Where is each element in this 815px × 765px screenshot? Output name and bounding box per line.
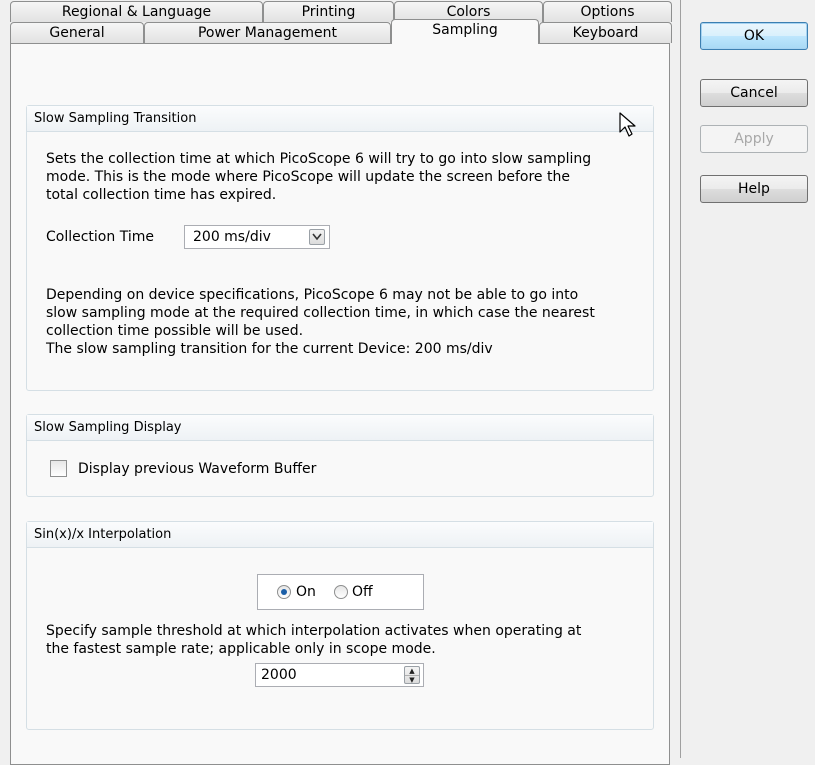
tab-power-management[interactable]: Power Management xyxy=(144,22,391,43)
interpolation-description-line-1: Specify sample threshold at which interp… xyxy=(46,623,582,639)
tab-options[interactable]: Options xyxy=(543,1,672,22)
interpolation-radio-group: On Off xyxy=(257,574,424,610)
interpolation-threshold-value: 2000 xyxy=(261,667,297,683)
radio-selected-dot xyxy=(281,589,287,595)
slow-sampling-display-group: Slow Sampling Display xyxy=(26,414,654,497)
interpolation-on-label[interactable]: On xyxy=(296,583,316,601)
spin-up-icon[interactable]: ▲ xyxy=(405,667,419,675)
tab-printing[interactable]: Printing xyxy=(263,1,394,22)
group-title: Sin(x)/x Interpolation xyxy=(27,522,653,548)
interpolation-on-radio[interactable] xyxy=(277,585,291,599)
display-previous-waveform-label[interactable]: Display previous Waveform Buffer xyxy=(78,460,316,478)
mouse-pointer-icon xyxy=(619,112,639,140)
interpolation-threshold-spinbox[interactable]: 2000 ▲ ▼ xyxy=(255,663,424,687)
cancel-button[interactable]: Cancel xyxy=(700,79,808,107)
transition-note-line-4: The slow sampling transition for the cur… xyxy=(46,341,493,357)
transition-description-line-2: mode. This is the mode where PicoScope w… xyxy=(46,169,570,185)
chevron-down-icon[interactable] xyxy=(309,229,325,245)
vertical-divider xyxy=(680,0,681,758)
display-previous-waveform-checkbox[interactable] xyxy=(50,460,67,477)
group-title: Slow Sampling Display xyxy=(27,415,653,441)
interpolation-off-label[interactable]: Off xyxy=(352,583,373,601)
transition-description-line-3: total collection time has expired. xyxy=(46,187,277,203)
transition-note-line-1: Depending on device specifications, Pico… xyxy=(46,287,579,303)
transition-note-line-3: collection time possible will be used. xyxy=(46,323,304,339)
tab-regional-language[interactable]: Regional & Language xyxy=(10,1,263,22)
apply-button: Apply xyxy=(700,125,808,153)
group-title: Slow Sampling Transition xyxy=(27,106,653,132)
tab-sampling[interactable]: Sampling xyxy=(391,19,539,44)
ok-button[interactable]: OK xyxy=(700,22,808,50)
collection-time-value: 200 ms/div xyxy=(193,229,271,245)
spinner-buttons[interactable]: ▲ ▼ xyxy=(404,666,420,684)
tab-keyboard[interactable]: Keyboard xyxy=(539,22,672,43)
interpolation-description-line-2: the fastest sample rate; applicable only… xyxy=(46,641,436,657)
transition-note-line-2: slow sampling mode at the required colle… xyxy=(46,305,595,321)
interpolation-off-radio[interactable] xyxy=(334,585,348,599)
tab-general[interactable]: General xyxy=(10,22,144,43)
transition-description-line-1: Sets the collection time at which PicoSc… xyxy=(46,151,592,167)
spin-down-icon[interactable]: ▼ xyxy=(405,675,419,684)
collection-time-dropdown[interactable]: 200 ms/div xyxy=(184,225,330,249)
help-button[interactable]: Help xyxy=(700,175,808,203)
collection-time-label: Collection Time xyxy=(46,229,154,245)
